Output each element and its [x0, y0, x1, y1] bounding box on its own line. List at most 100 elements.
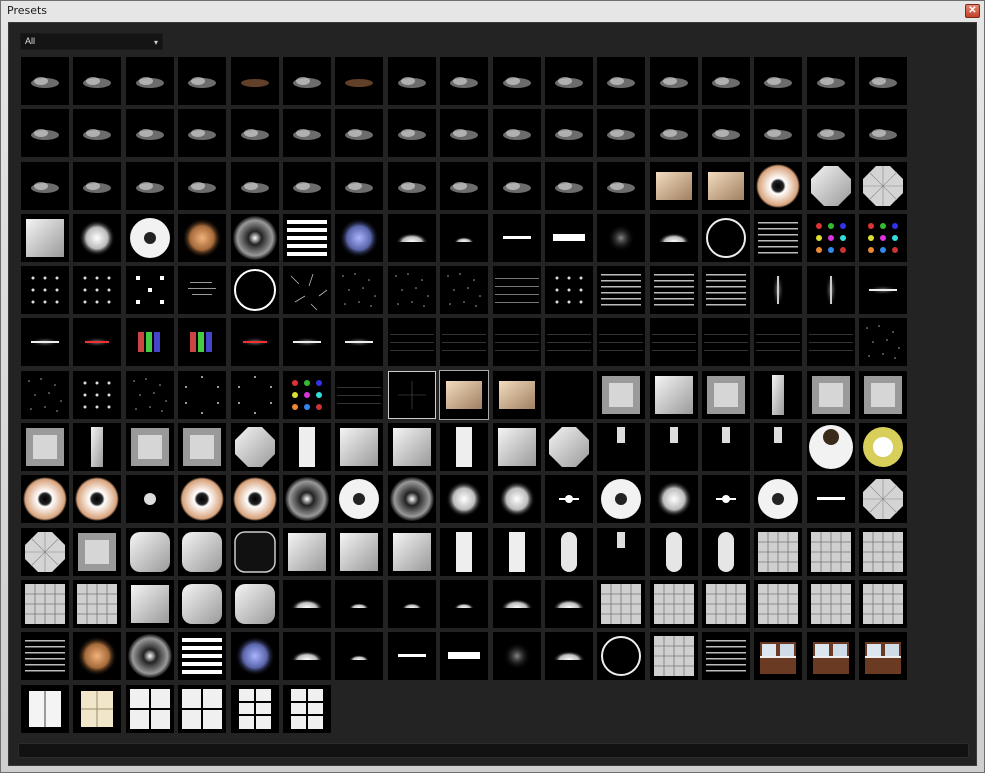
- preset-thumbnail[interactable]: [859, 266, 908, 315]
- preset-thumbnail[interactable]: [597, 161, 646, 210]
- preset-thumbnail[interactable]: [544, 423, 593, 472]
- preset-thumbnail[interactable]: [125, 213, 174, 262]
- preset-thumbnail[interactable]: [230, 318, 279, 367]
- preset-thumbnail[interactable]: [859, 632, 908, 681]
- preset-thumbnail[interactable]: [21, 527, 69, 576]
- preset-thumbnail[interactable]: [73, 57, 122, 105]
- preset-thumbnail[interactable]: [125, 527, 174, 576]
- preset-thumbnail[interactable]: [335, 266, 384, 315]
- preset-thumbnail[interactable]: [125, 161, 174, 210]
- preset-thumbnail[interactable]: [73, 370, 122, 419]
- preset-thumbnail[interactable]: [335, 579, 384, 628]
- preset-thumbnail[interactable]: [125, 57, 174, 105]
- preset-thumbnail[interactable]: [178, 423, 227, 472]
- preset-thumbnail[interactable]: [125, 109, 174, 158]
- preset-thumbnail[interactable]: [282, 579, 331, 628]
- preset-thumbnail[interactable]: [440, 161, 489, 210]
- preset-thumbnail[interactable]: [649, 475, 698, 524]
- preset-thumbnail[interactable]: [282, 109, 331, 158]
- close-button[interactable]: ✕: [965, 4, 980, 18]
- preset-thumbnail[interactable]: [335, 527, 384, 576]
- preset-thumbnail[interactable]: [125, 318, 174, 367]
- preset-thumbnail[interactable]: [282, 266, 331, 315]
- preset-thumbnail[interactable]: [387, 57, 436, 105]
- preset-thumbnail[interactable]: [702, 579, 751, 628]
- preset-thumbnail[interactable]: [21, 318, 69, 367]
- preset-thumbnail[interactable]: [178, 370, 227, 419]
- preset-thumbnail[interactable]: [597, 579, 646, 628]
- preset-thumbnail[interactable]: [806, 266, 855, 315]
- preset-thumbnail[interactable]: [21, 161, 69, 210]
- preset-thumbnail[interactable]: [597, 57, 646, 105]
- preset-thumbnail[interactable]: [335, 318, 384, 367]
- preset-thumbnail[interactable]: [492, 579, 541, 628]
- preset-thumbnail[interactable]: [282, 318, 331, 367]
- preset-thumbnail[interactable]: [544, 527, 593, 576]
- preset-thumbnail[interactable]: [73, 109, 122, 158]
- preset-thumbnail[interactable]: [859, 527, 908, 576]
- preset-thumbnail[interactable]: [806, 527, 855, 576]
- preset-thumbnail[interactable]: [282, 632, 331, 681]
- preset-thumbnail[interactable]: [806, 579, 855, 628]
- preset-thumbnail[interactable]: [387, 527, 436, 576]
- preset-thumbnail[interactable]: [649, 423, 698, 472]
- preset-thumbnail[interactable]: [125, 423, 174, 472]
- preset-thumbnail[interactable]: [387, 109, 436, 158]
- preset-thumbnail[interactable]: [230, 266, 279, 315]
- preset-thumbnail[interactable]: [702, 475, 751, 524]
- preset-thumbnail[interactable]: [230, 475, 279, 524]
- preset-thumbnail[interactable]: [21, 266, 69, 315]
- preset-thumbnail[interactable]: [387, 266, 436, 315]
- preset-thumbnail[interactable]: [440, 57, 489, 105]
- preset-thumbnail[interactable]: [178, 266, 227, 315]
- preset-thumbnail[interactable]: [335, 423, 384, 472]
- preset-thumbnail[interactable]: [335, 475, 384, 524]
- preset-thumbnail[interactable]: [754, 57, 803, 105]
- preset-thumbnail[interactable]: [544, 109, 593, 158]
- preset-thumbnail[interactable]: [649, 213, 698, 262]
- preset-thumbnail[interactable]: [387, 318, 436, 367]
- preset-thumbnail[interactable]: [649, 318, 698, 367]
- preset-thumbnail[interactable]: [230, 527, 279, 576]
- preset-thumbnail[interactable]: [597, 213, 646, 262]
- preset-thumbnail[interactable]: [387, 370, 436, 419]
- preset-thumbnail[interactable]: [806, 213, 855, 262]
- preset-thumbnail[interactable]: [21, 370, 69, 419]
- preset-thumbnail[interactable]: [649, 57, 698, 105]
- preset-thumbnail[interactable]: [806, 370, 855, 419]
- preset-thumbnail[interactable]: [754, 213, 803, 262]
- preset-thumbnail[interactable]: [335, 57, 384, 105]
- preset-thumbnail[interactable]: [859, 475, 908, 524]
- preset-thumbnail[interactable]: [440, 423, 489, 472]
- preset-thumbnail[interactable]: [544, 161, 593, 210]
- preset-thumbnail[interactable]: [178, 109, 227, 158]
- preset-thumbnail[interactable]: [597, 318, 646, 367]
- preset-thumbnail[interactable]: [440, 527, 489, 576]
- preset-thumbnail[interactable]: [73, 632, 122, 681]
- preset-thumbnail[interactable]: [492, 57, 541, 105]
- preset-thumbnail[interactable]: [649, 266, 698, 315]
- preset-thumbnail[interactable]: [440, 579, 489, 628]
- preset-thumbnail[interactable]: [282, 161, 331, 210]
- preset-thumbnail[interactable]: [440, 213, 489, 262]
- preset-thumbnail[interactable]: [335, 161, 384, 210]
- preset-thumbnail[interactable]: [230, 579, 279, 628]
- preset-thumbnail[interactable]: [754, 423, 803, 472]
- preset-thumbnail[interactable]: [806, 109, 855, 158]
- preset-thumbnail[interactable]: [544, 370, 593, 419]
- preset-thumbnail[interactable]: [544, 266, 593, 315]
- preset-thumbnail[interactable]: [440, 318, 489, 367]
- preset-thumbnail[interactable]: [282, 370, 331, 419]
- preset-thumbnail[interactable]: [21, 475, 69, 524]
- preset-thumbnail[interactable]: [73, 475, 122, 524]
- preset-thumbnail[interactable]: [754, 527, 803, 576]
- preset-thumbnail[interactable]: [544, 213, 593, 262]
- preset-thumbnail[interactable]: [178, 684, 227, 733]
- preset-thumbnail[interactable]: [492, 318, 541, 367]
- preset-thumbnail[interactable]: [492, 213, 541, 262]
- preset-thumbnail[interactable]: [230, 370, 279, 419]
- preset-thumbnail[interactable]: [649, 109, 698, 158]
- preset-thumbnail[interactable]: [440, 475, 489, 524]
- preset-thumbnail[interactable]: [702, 109, 751, 158]
- preset-thumbnail[interactable]: [806, 632, 855, 681]
